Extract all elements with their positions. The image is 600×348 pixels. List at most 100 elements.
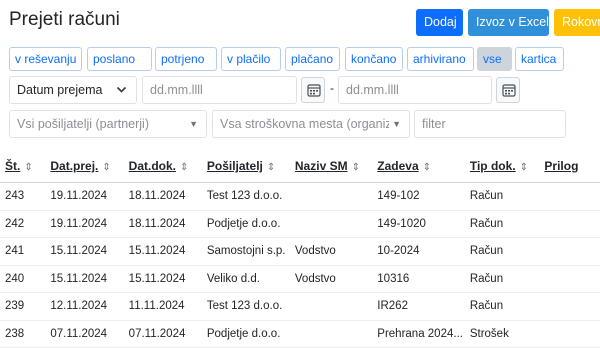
table-cell xyxy=(294,210,378,238)
filter-input[interactable]: filter xyxy=(414,110,566,138)
table-cell xyxy=(294,320,378,348)
table-cell: 10-2024 xyxy=(377,237,470,266)
sort-icon: ⇕ xyxy=(351,162,360,173)
table-cell xyxy=(544,292,600,321)
table-cell: 19.11.2024 xyxy=(45,182,124,211)
table-cell: Račun xyxy=(469,237,545,266)
table-row[interactable]: 241 15.11.2024 15.11.2024 Samostojni s.p. Vo… xyxy=(0,237,600,266)
table-cell xyxy=(294,182,378,211)
filter-poslano[interactable]: poslano xyxy=(87,47,152,71)
table-cell: 18.11.2024 xyxy=(123,210,202,238)
sender-select[interactable]: Vsi pošiljatelji (partnerji) ▼ xyxy=(9,110,207,138)
sort-icon: ⇕ xyxy=(102,162,111,173)
table-cell: 241 xyxy=(0,237,46,266)
filter-koncano[interactable]: končano xyxy=(345,47,403,71)
filter-v-placilo[interactable]: v plačilo xyxy=(221,47,281,71)
filter-potrjeno[interactable]: potrjeno xyxy=(155,47,217,71)
invoices-table: Št. ⇕ Dat.prej. ⇕ Dat.dok. ⇕ Pošiljatelj ⇕ N… xyxy=(0,150,600,348)
filter-arhivirano[interactable]: arhivirano xyxy=(407,47,474,71)
sender-select-placeholder: Vsi pošiljatelji (partnerji) xyxy=(17,117,149,131)
table-cell xyxy=(544,265,600,293)
date-from-placeholder: dd.mm.llll xyxy=(150,83,203,97)
table-cell: Račun xyxy=(469,292,545,321)
table-cell: 239 xyxy=(0,292,46,321)
table-cell: Račun xyxy=(469,182,545,211)
table-row[interactable]: 243 19.11.2024 18.11.2024 Test 123 d.o.o. 14… xyxy=(0,182,600,211)
cost-center-select[interactable]: Vsa stroškovna mesta (organiza ▼ xyxy=(212,110,410,138)
date-from-input[interactable]: dd.mm.llll xyxy=(142,76,297,104)
table-cell: IR262 xyxy=(377,292,470,321)
table-row[interactable]: 238 07.11.2024 07.11.2024 Podjetje d.o.o. Pr… xyxy=(0,320,600,348)
table-cell xyxy=(544,237,600,266)
sort-icon: ⇕ xyxy=(180,162,189,173)
table-cell: 242 xyxy=(0,210,46,238)
table-cell: 149-1020 xyxy=(377,210,470,238)
table-cell: 11.11.2024 xyxy=(123,292,202,321)
column-header-priloge[interactable]: Prilog xyxy=(544,150,600,183)
column-header-posiljatelj[interactable]: Pošiljatelj ⇕ xyxy=(201,150,295,183)
date-to-input[interactable]: dd.mm.llll xyxy=(338,76,492,104)
export-excel-button[interactable]: Izvoz v Excel xyxy=(468,9,549,36)
date-to-placeholder: dd.mm.llll xyxy=(346,83,399,97)
date-range-separator: - xyxy=(330,81,334,95)
table-cell: Račun xyxy=(469,265,545,293)
table-cell: Test 123 d.o.o. xyxy=(201,182,295,211)
table-cell: Podjetje d.o.o. xyxy=(201,320,295,348)
table-cell: Prehrana 2024... xyxy=(377,320,470,348)
table-cell: Veliko d.d. xyxy=(201,265,295,293)
date-type-select[interactable]: Datum prejema xyxy=(9,76,137,104)
table-cell: Podjetje d.o.o. xyxy=(201,210,295,238)
table-row[interactable]: 239 12.11.2024 11.11.2024 Test 123 d.o.o. IR… xyxy=(0,292,600,321)
filter-vse[interactable]: vse xyxy=(477,47,512,71)
page-title: Prejeti računi xyxy=(9,9,120,30)
table-cell: 12.11.2024 xyxy=(45,292,124,321)
sort-icon: ⇕ xyxy=(519,162,529,173)
caret-down-icon: ▼ xyxy=(189,119,198,129)
cost-center-select-placeholder: Vsa stroškovna mesta (organiza xyxy=(220,117,399,131)
date-type-value: Datum prejema xyxy=(17,83,103,97)
column-header-st[interactable]: Št. ⇕ xyxy=(0,150,46,183)
calendar-icon xyxy=(502,84,516,97)
table-cell xyxy=(544,182,600,211)
table-cell: 18.11.2024 xyxy=(123,182,202,211)
add-button[interactable]: Dodaj xyxy=(416,9,463,36)
table-cell: 19.11.2024 xyxy=(45,210,124,238)
filter-placano[interactable]: plačano xyxy=(285,47,340,71)
table-cell: 149-102 xyxy=(377,182,470,211)
table-cell: 07.11.2024 xyxy=(45,320,124,348)
column-header-dat-prej[interactable]: Dat.prej. ⇕ xyxy=(45,150,124,183)
table-cell: 15.11.2024 xyxy=(123,237,202,266)
filter-kartica[interactable]: kartica xyxy=(515,47,564,71)
column-header-zadeva[interactable]: Zadeva ⇕ xyxy=(377,150,470,183)
column-header-tip-dok[interactable]: Tip dok. ⇕ xyxy=(469,150,545,183)
column-header-naziv-sm[interactable]: Naziv SM ⇕ xyxy=(294,150,378,183)
table-row[interactable]: 240 15.11.2024 15.11.2024 Veliko d.d. Vodstv… xyxy=(0,265,600,293)
table-cell: 07.11.2024 xyxy=(123,320,202,348)
date-to-calendar-button[interactable] xyxy=(496,77,520,103)
sort-icon: ⇕ xyxy=(422,162,432,173)
table-cell: Vodstvo xyxy=(294,237,378,266)
table-cell xyxy=(294,292,378,321)
table-cell: Račun xyxy=(469,210,545,238)
column-header-dat-dok[interactable]: Dat.dok. ⇕ xyxy=(123,150,202,183)
table-cell: Test 123 d.o.o. xyxy=(201,292,295,321)
table-cell: 243 xyxy=(0,182,46,211)
chevron-down-icon xyxy=(116,76,127,113)
table-cell: Strošek xyxy=(469,320,545,348)
table-cell: 240 xyxy=(0,265,46,293)
table-header-row: Št. ⇕ Dat.prej. ⇕ Dat.dok. ⇕ Pošiljatelj ⇕ N… xyxy=(0,150,600,183)
date-from-calendar-button[interactable] xyxy=(301,77,325,103)
sort-icon: ⇕ xyxy=(24,162,33,173)
table-cell: 15.11.2024 xyxy=(45,265,124,293)
table-row[interactable]: 242 19.11.2024 18.11.2024 Podjetje d.o.o. 14… xyxy=(0,210,600,238)
caret-down-icon: ▼ xyxy=(389,111,401,137)
filter-input-placeholder: filter xyxy=(422,117,446,131)
table-cell: Samostojni s.p. xyxy=(201,237,295,266)
table-cell: 15.11.2024 xyxy=(45,237,124,266)
table-cell: 10316 xyxy=(377,265,470,293)
filter-v-resevanju[interactable]: v reševanju xyxy=(9,47,82,71)
terms-button[interactable]: Rokovnik xyxy=(554,9,600,36)
table-cell: 238 xyxy=(0,320,46,348)
table-cell xyxy=(544,210,600,238)
table-cell: Vodstvo xyxy=(294,265,378,293)
